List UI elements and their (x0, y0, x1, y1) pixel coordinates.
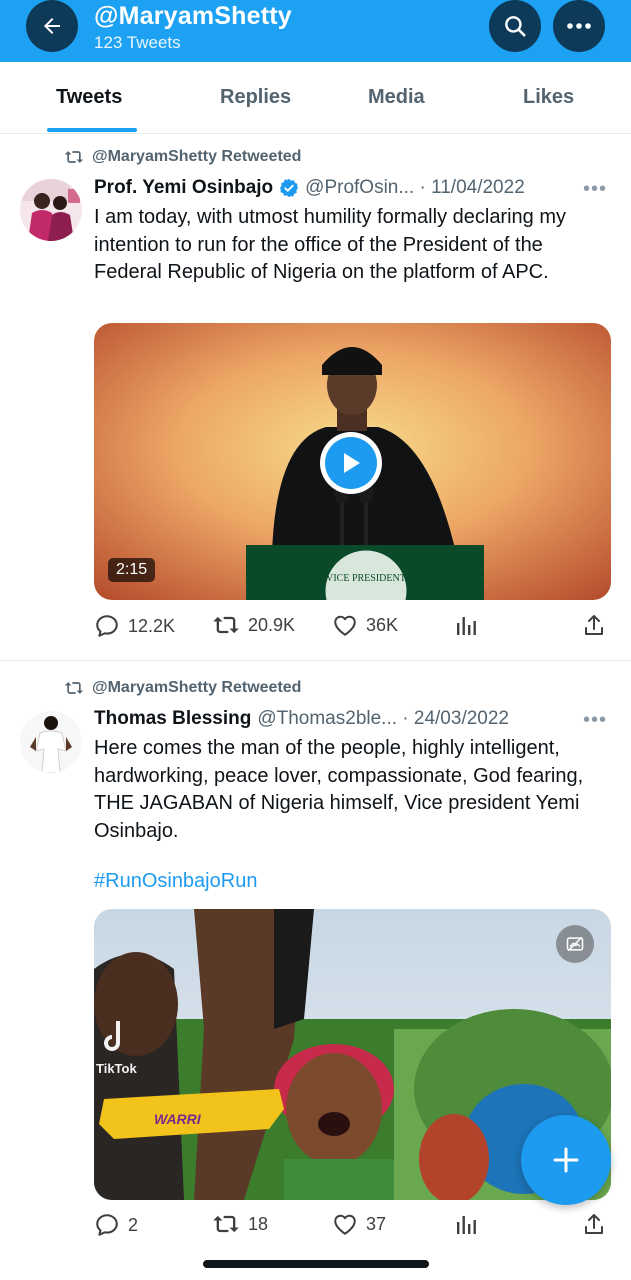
more-options-button[interactable] (553, 0, 605, 52)
tweet-text: I am today, with utmost humility formall… (94, 206, 567, 283)
heart-icon (334, 615, 356, 636)
retweet-icon (213, 616, 239, 634)
reply-button[interactable]: 12.2K (94, 613, 175, 639)
handle-and-date: @ProfOsin... · 11/04/2022 (305, 177, 525, 198)
video-player[interactable]: VICE PRESIDENT 2:15 (94, 323, 611, 600)
like-count: 36K (366, 614, 399, 635)
share-button[interactable] (582, 613, 606, 637)
tweet-header: Prof. Yemi Osinbajo @ProfOsin... · 11/04… (94, 177, 525, 199)
play-button[interactable] (320, 432, 382, 494)
tweet-more-button[interactable]: ••• (583, 178, 607, 201)
reply-button[interactable]: 2 (94, 1212, 138, 1238)
avatar-photo (20, 179, 82, 241)
active-tab-indicator (47, 128, 137, 132)
retweet-context: @MaryamShetty Retweeted (64, 148, 301, 166)
share-button[interactable] (582, 1212, 606, 1236)
tab-tweets[interactable]: Tweets (56, 86, 122, 109)
podium-text: VICE PRESIDENT (326, 573, 406, 584)
tiktok-watermark: TikTok (96, 1061, 137, 1076)
reply-count: 12.2K (128, 615, 176, 636)
search-button[interactable] (489, 0, 541, 52)
back-button[interactable] (26, 0, 78, 52)
avatar-photo (20, 711, 82, 773)
media-hidden-icon (566, 936, 584, 952)
analytics-icon (457, 617, 476, 635)
author-name[interactable]: Thomas Blessing (94, 708, 251, 730)
retweet-count: 20.9K (248, 614, 296, 635)
tab-likes[interactable]: Likes (523, 86, 574, 109)
views-button[interactable] (454, 1212, 478, 1236)
avatar[interactable] (20, 711, 82, 773)
avatar[interactable] (20, 179, 82, 241)
profile-handle: @MaryamShetty (94, 2, 292, 30)
retweet-context: @MaryamShetty Retweeted (64, 679, 301, 697)
retweet-button[interactable]: 20.9K (212, 613, 295, 637)
author-name[interactable]: Prof. Yemi Osinbajo (94, 177, 273, 199)
hashtag-link[interactable]: #RunOsinbajoRun (94, 870, 257, 893)
tweet-count: 123 Tweets (94, 33, 181, 52)
tweet-card[interactable]: @MaryamShetty Retweeted Prof. Yemi Osinb… (0, 134, 631, 660)
arrow-left-icon (44, 18, 60, 34)
share-icon (585, 615, 603, 635)
heart-icon (334, 1214, 356, 1235)
compose-tweet-button[interactable] (521, 1115, 611, 1205)
retweet-icon (64, 151, 84, 163)
search-icon (505, 16, 526, 37)
video-duration: 2:15 (108, 558, 156, 582)
sensitive-media-button[interactable] (556, 925, 594, 963)
tab-media[interactable]: Media (368, 86, 425, 109)
share-icon (585, 1214, 603, 1234)
more-dots-icon (567, 23, 591, 29)
retweet-icon (213, 1215, 239, 1233)
retweet-label: @MaryamShetty Retweeted (92, 679, 302, 696)
tweet-more-button[interactable]: ••• (583, 709, 607, 732)
video-overlay-text: WARRI (154, 1111, 202, 1127)
like-count: 37 (366, 1213, 387, 1234)
retweet-button[interactable]: 18 (212, 1212, 268, 1236)
home-indicator (203, 1260, 429, 1268)
tweet-actions: 2 18 37 (94, 1212, 614, 1242)
like-button[interactable]: 36K (332, 613, 398, 637)
retweet-icon (64, 682, 84, 694)
profile-tabs: Tweets Replies Media Likes (0, 62, 631, 134)
views-button[interactable] (454, 613, 478, 637)
reply-icon (96, 1214, 118, 1236)
retweet-count: 18 (248, 1213, 269, 1234)
like-button[interactable]: 37 (332, 1212, 386, 1236)
tweet-text: Here comes the man of the people, highly… (94, 737, 584, 842)
handle-and-date: @Thomas2ble... · 24/03/2022 (257, 708, 509, 729)
tweet-header: Thomas Blessing @Thomas2ble... · 24/03/2… (94, 708, 509, 730)
profile-header: @MaryamShetty 123 Tweets (0, 0, 631, 62)
tab-replies[interactable]: Replies (220, 86, 291, 109)
verified-badge-icon (279, 178, 299, 198)
analytics-icon (457, 1216, 476, 1234)
reply-count: 2 (128, 1214, 139, 1235)
tweet-actions: 12.2K 20.9K 36K (94, 613, 614, 643)
play-icon (344, 453, 360, 473)
reply-icon (96, 615, 118, 637)
retweet-label: @MaryamShetty Retweeted (92, 148, 302, 165)
plus-icon (553, 1147, 579, 1173)
